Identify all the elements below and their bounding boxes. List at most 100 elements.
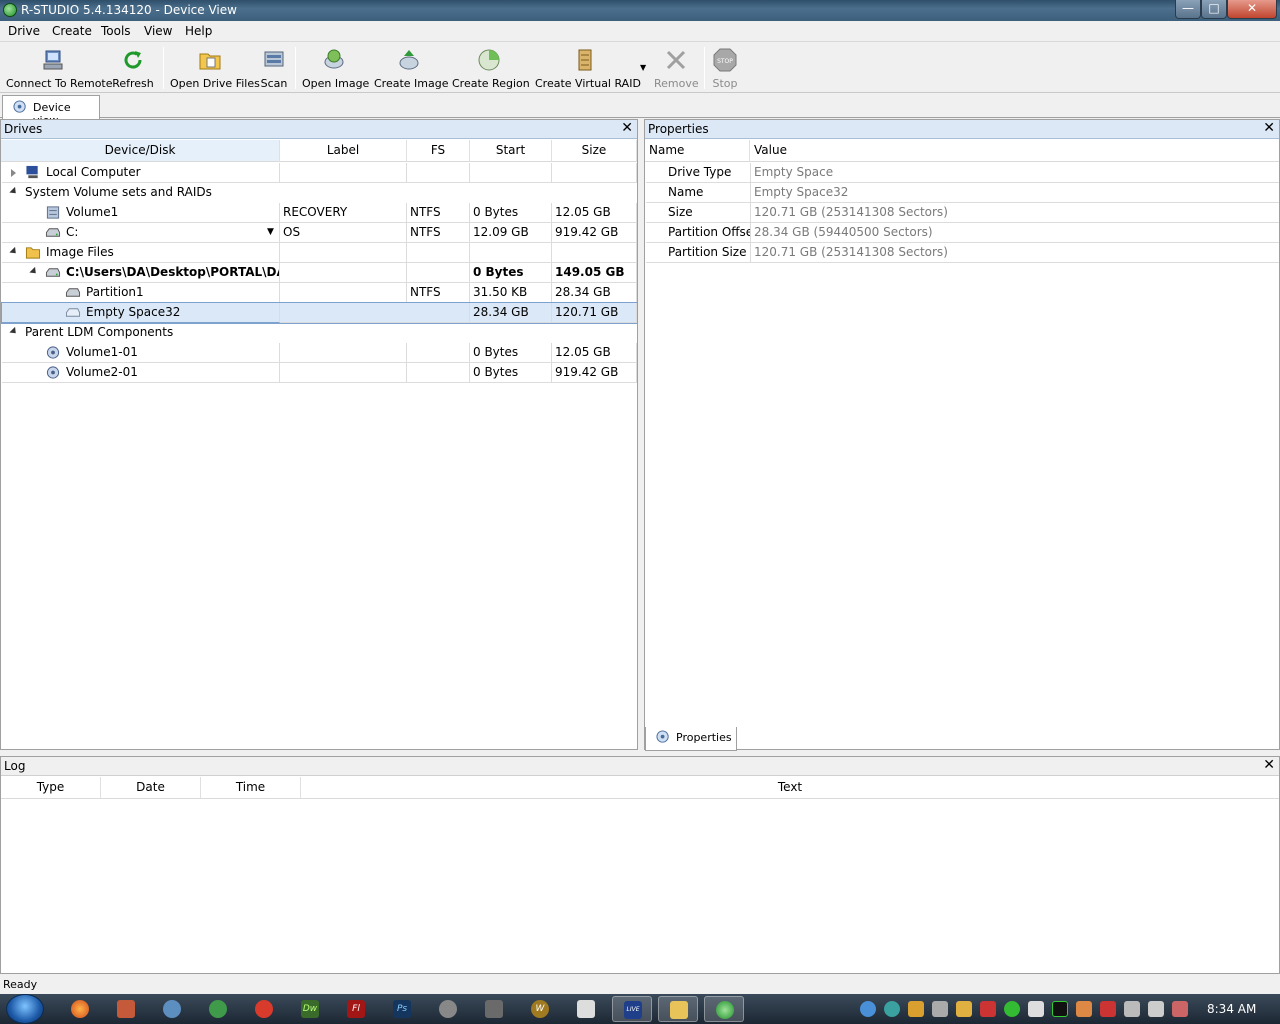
col-log-text[interactable]: Text: [301, 777, 1279, 799]
document-tab-strip: Device view: [0, 94, 1280, 127]
tree-row-volume1[interactable]: Volume1 RECOVERY NTFS 0 Bytes 12.05 GB: [2, 203, 637, 223]
tray-icon[interactable]: [908, 1001, 924, 1017]
maximize-button[interactable]: □: [1201, 0, 1227, 19]
create-region-button[interactable]: Create Region: [452, 48, 530, 92]
col-log-date[interactable]: Date: [101, 777, 201, 799]
taskbar-wow[interactable]: W: [520, 996, 560, 1022]
log-panel-close-icon[interactable]: ✕: [1263, 757, 1275, 773]
taskbar-app[interactable]: [244, 996, 284, 1022]
drives-panel-close-icon[interactable]: ✕: [621, 120, 633, 136]
tree-row-c-drive[interactable]: C: ▼ OS NTFS 12.09 GB 919.42 GB: [2, 223, 637, 243]
property-row: Partition Offset 28.34 GB (59440500 Sect…: [646, 223, 1279, 243]
tray-icon[interactable]: [1004, 1001, 1020, 1017]
menu-create[interactable]: Create: [52, 24, 92, 38]
create-image-button[interactable]: Create Image: [374, 48, 449, 92]
drives-panel-header: Drives ✕: [1, 120, 637, 139]
tree-row-image-files[interactable]: Image Files: [2, 243, 637, 263]
tray-icon[interactable]: [1076, 1001, 1092, 1017]
tray-icon[interactable]: [1028, 1001, 1044, 1017]
col-value[interactable]: Value: [750, 140, 1279, 162]
minimize-button[interactable]: —: [1175, 0, 1201, 19]
scan-label: Scan: [260, 77, 288, 90]
empty-space-icon: [65, 308, 81, 317]
tree-row-parent-ldm[interactable]: Parent LDM Components: [2, 323, 637, 343]
taskbar-firefox[interactable]: [60, 996, 100, 1022]
taskbar-photoshop[interactable]: Ps: [382, 996, 422, 1022]
tree-row-volume1-01[interactable]: Volume1-01 0 Bytes 12.05 GB: [2, 343, 637, 363]
open-image-button[interactable]: Open Image: [302, 48, 369, 92]
remove-button[interactable]: Remove: [654, 48, 699, 92]
app-icon: [255, 1000, 273, 1018]
tray-icon[interactable]: [1052, 1001, 1068, 1017]
close-button[interactable]: ✕: [1227, 0, 1277, 19]
tree-row-system-volume-sets[interactable]: System Volume sets and RAIDs: [2, 183, 637, 203]
collapse-icon[interactable]: [9, 186, 19, 197]
col-log-type[interactable]: Type: [1, 777, 101, 799]
tree-row-image-file-path[interactable]: C:\Users\DA\Desktop\PORTAL\DAT... 0 Byte…: [2, 263, 637, 283]
taskbar-app[interactable]: [566, 996, 606, 1022]
printer-icon[interactable]: [932, 1001, 948, 1017]
remove-x-icon: [666, 50, 686, 70]
taskbar-live[interactable]: LIVE: [612, 996, 652, 1022]
taskbar-dreamweaver[interactable]: Dw: [290, 996, 330, 1022]
scan-button[interactable]: Scan: [259, 48, 289, 92]
menu-drive[interactable]: Drive: [8, 24, 40, 38]
col-fs[interactable]: FS: [407, 140, 470, 162]
tree-row-local-computer[interactable]: Local Computer: [2, 163, 637, 183]
tray-icon[interactable]: [884, 1001, 900, 1017]
status-bar: Ready: [0, 976, 1280, 994]
tray-icon[interactable]: [1172, 1001, 1188, 1017]
partition-icon: [65, 288, 81, 297]
taskbar-app[interactable]: [152, 996, 192, 1022]
start-button[interactable]: [6, 994, 44, 1024]
remove-label: Remove: [654, 77, 699, 90]
folder-files-icon: [199, 53, 221, 70]
taskbar-clock[interactable]: 8:34 AM: [1207, 1002, 1256, 1016]
log-panel-title: Log: [4, 759, 26, 773]
connect-label: Connect To Remote: [6, 77, 113, 90]
folder-icon: [25, 247, 41, 259]
volume-speaker-icon[interactable]: [1148, 1001, 1164, 1017]
tree-row-volume2-01[interactable]: Volume2-01 0 Bytes 919.42 GB: [2, 363, 637, 383]
tree-row-empty-space32[interactable]: Empty Space32 28.34 GB 120.71 GB: [1, 302, 638, 324]
properties-panel-close-icon[interactable]: ✕: [1263, 120, 1275, 136]
taskbar-app[interactable]: [474, 996, 514, 1022]
col-size[interactable]: Size: [552, 140, 637, 162]
col-label[interactable]: Label: [280, 140, 407, 162]
tray-icon[interactable]: [956, 1001, 972, 1017]
row-dropdown-arrow-icon[interactable]: ▼: [267, 223, 274, 242]
stop-button[interactable]: STOP Stop: [710, 48, 740, 92]
collapse-icon[interactable]: [29, 266, 39, 277]
refresh-button[interactable]: Refresh: [112, 48, 154, 92]
expand-icon[interactable]: [11, 169, 16, 177]
tray-icon[interactable]: [980, 1001, 996, 1017]
menu-help[interactable]: Help: [185, 24, 212, 38]
menu-view[interactable]: View: [144, 24, 172, 38]
title-bar: R-STUDIO 5.4.134120 - Device View — □ ✕: [0, 0, 1280, 21]
connect-to-remote-button[interactable]: Connect To Remote: [6, 48, 113, 92]
drives-panel-title: Drives: [4, 122, 43, 136]
tab-device-view[interactable]: Device view: [2, 95, 100, 127]
taskbar-rstudio[interactable]: [704, 996, 744, 1022]
taskbar-flash[interactable]: Fl: [336, 996, 376, 1022]
col-name[interactable]: Name: [645, 140, 750, 162]
tray-icon[interactable]: [860, 1001, 876, 1017]
col-start[interactable]: Start: [470, 140, 552, 162]
col-device-disk[interactable]: Device/Disk: [1, 140, 280, 162]
taskbar-app[interactable]: [428, 996, 468, 1022]
raid-dropdown-arrow-icon[interactable]: ▼: [640, 63, 646, 72]
menu-tools[interactable]: Tools: [101, 24, 131, 38]
taskbar-app[interactable]: [198, 996, 238, 1022]
scan-icon: [264, 51, 284, 67]
create-virtual-raid-button[interactable]: Create Virtual RAID: [535, 48, 641, 92]
tab-properties[interactable]: Properties: [645, 727, 737, 751]
tray-icon[interactable]: [1100, 1001, 1116, 1017]
taskbar-explorer[interactable]: [658, 996, 698, 1022]
open-drive-files-button[interactable]: Open Drive Files: [170, 48, 260, 92]
tree-row-partition1[interactable]: Partition1 NTFS 31.50 KB 28.34 GB: [2, 283, 637, 303]
taskbar-app[interactable]: [106, 996, 146, 1022]
col-log-time[interactable]: Time: [201, 777, 301, 799]
collapse-icon[interactable]: [9, 246, 19, 257]
collapse-icon[interactable]: [9, 326, 19, 337]
network-icon[interactable]: [1124, 1001, 1140, 1017]
